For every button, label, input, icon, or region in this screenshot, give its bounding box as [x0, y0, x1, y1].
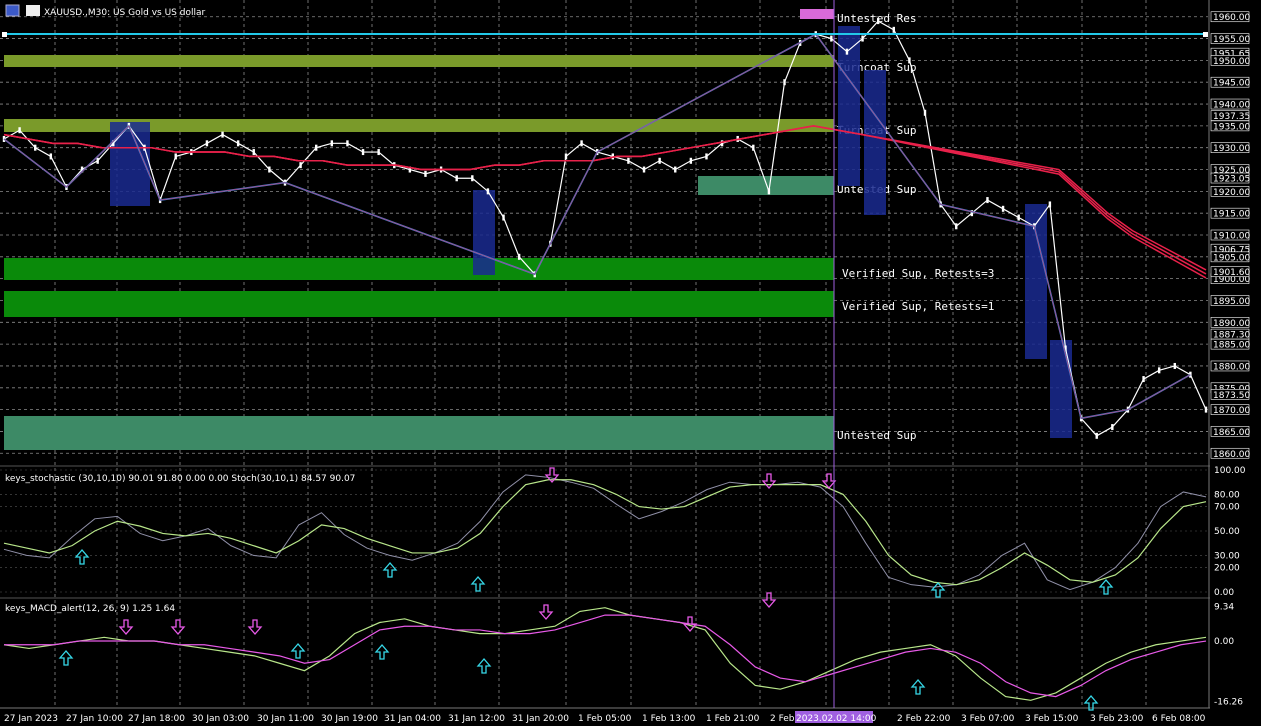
price-tick-label: 1923.05: [1213, 175, 1250, 185]
macd-tick-label: 0.00: [1214, 637, 1234, 647]
time-tick-label: 3 Feb 23:00: [1090, 714, 1144, 724]
stoch-tick-label: 50.00: [1214, 527, 1240, 537]
price-tick-label: 1945.00: [1213, 79, 1250, 89]
stoch-tick-label: 70.00: [1214, 503, 1240, 513]
stoch-tick-label: 80.00: [1214, 490, 1240, 500]
time-tick-label: 30 Jan 11:00: [257, 714, 314, 724]
sr-zone: [4, 258, 834, 280]
stochastic-label: keys_stochastic (30,10,10) 90.01 91.80 0…: [5, 474, 355, 484]
stoch-tick-label: 0.00: [1214, 588, 1234, 598]
time-highlight-label: 2023.02.02 14:00: [796, 714, 877, 724]
price-tick-label: 1920.00: [1213, 188, 1250, 198]
sr-zone-label: Verified Sup, Retests=3: [842, 267, 994, 280]
hline-handle-left[interactable]: [2, 32, 7, 37]
time-tick-label: 6 Feb 08:00: [1152, 714, 1206, 724]
sr-zone-label: Verified Sup, Retests=1: [842, 300, 994, 313]
price-tick-label: 1865.00: [1213, 428, 1250, 438]
time-tick-label: 1 Feb 13:00: [642, 714, 696, 724]
price-tick-label: 1940.00: [1213, 101, 1250, 111]
time-axis: 27 Jan 2023 27 Jan 10:00 27 Jan 18:00 30 Ja…: [4, 714, 1206, 724]
bar-highlight: [1025, 204, 1047, 359]
time-tick-label: 27 Jan 2023: [4, 714, 58, 724]
price-tick-label: 1910.00: [1213, 232, 1250, 242]
price-tick-label: 1950.00: [1213, 57, 1250, 67]
grid-menu-icon[interactable]: [5, 4, 20, 17]
bar-highlight: [110, 122, 150, 206]
bar-highlight: [1050, 340, 1072, 438]
hline-handle-right[interactable]: [1203, 32, 1208, 37]
price-tick-label: 1930.00: [1213, 144, 1250, 154]
price-tick-label: 1873.50: [1213, 391, 1250, 401]
time-tick-label: 30 Jan 03:00: [192, 714, 249, 724]
price-tick-label: 1955.00: [1213, 35, 1250, 45]
window-title: XAUUSD.,M30: US Gold vs US dollar: [44, 8, 205, 18]
time-tick-label: 31 Jan 20:00: [512, 714, 569, 724]
price-tick-label: 1915.00: [1213, 210, 1250, 220]
time-tick-label: 3 Feb 07:00: [961, 714, 1015, 724]
price-tick-label: 1870.00: [1213, 406, 1250, 416]
price-tick-label: 1885.00: [1213, 341, 1250, 351]
stoch-tick-label: 100.00: [1214, 466, 1246, 476]
price-tick-label: 1901.60: [1213, 268, 1250, 278]
price-tick-label: 1890.00: [1213, 319, 1250, 329]
time-tick-label: 2 Feb 22:00: [897, 714, 951, 724]
price-tick-label: 1895.00: [1213, 297, 1250, 307]
flag-icon[interactable]: [26, 5, 40, 16]
time-tick-label: 2 Feb: [770, 714, 795, 724]
bar-highlight: [473, 190, 495, 275]
time-tick-label: 27 Jan 10:00: [66, 714, 123, 724]
stoch-tick-label: 30.00: [1214, 551, 1240, 561]
price-tick-label: 1935.00: [1213, 122, 1250, 132]
price-tick-label: 1960.00: [1213, 13, 1250, 23]
time-tick-label: 27 Jan 18:00: [128, 714, 185, 724]
time-tick-label: 31 Jan 12:00: [448, 714, 505, 724]
macd-tick-label: -16.26: [1214, 697, 1243, 707]
sr-zone-label: Untested Sup: [837, 429, 916, 442]
sr-zone: [4, 55, 834, 67]
time-tick-label: 31 Jan 04:00: [384, 714, 441, 724]
sr-zone: [4, 416, 834, 450]
sr-zone: [4, 291, 834, 317]
time-tick-label: 3 Feb 15:00: [1025, 714, 1079, 724]
macd-tick-label: 9.34: [1214, 602, 1234, 612]
time-tick-label: 1 Feb 21:00: [706, 714, 760, 724]
price-tick-label: 1880.00: [1213, 362, 1250, 372]
time-tick-label: 30 Jan 19:00: [321, 714, 378, 724]
trading-chart[interactable]: Untested ResTurncoat SupTurncoat SupUnte…: [0, 0, 1261, 726]
macd-label: keys_MACD_alert(12, 26, 9) 1.25 1.64: [5, 604, 175, 614]
sr-zone: [698, 176, 834, 195]
price-tick-label: 1905.00: [1213, 253, 1250, 263]
time-tick-label: 1 Feb 05:00: [578, 714, 632, 724]
bar-highlight: [864, 70, 886, 215]
price-tick-label: 1860.00: [1213, 450, 1250, 460]
stoch-tick-label: 20.00: [1214, 564, 1240, 574]
sr-zone: [800, 9, 834, 19]
